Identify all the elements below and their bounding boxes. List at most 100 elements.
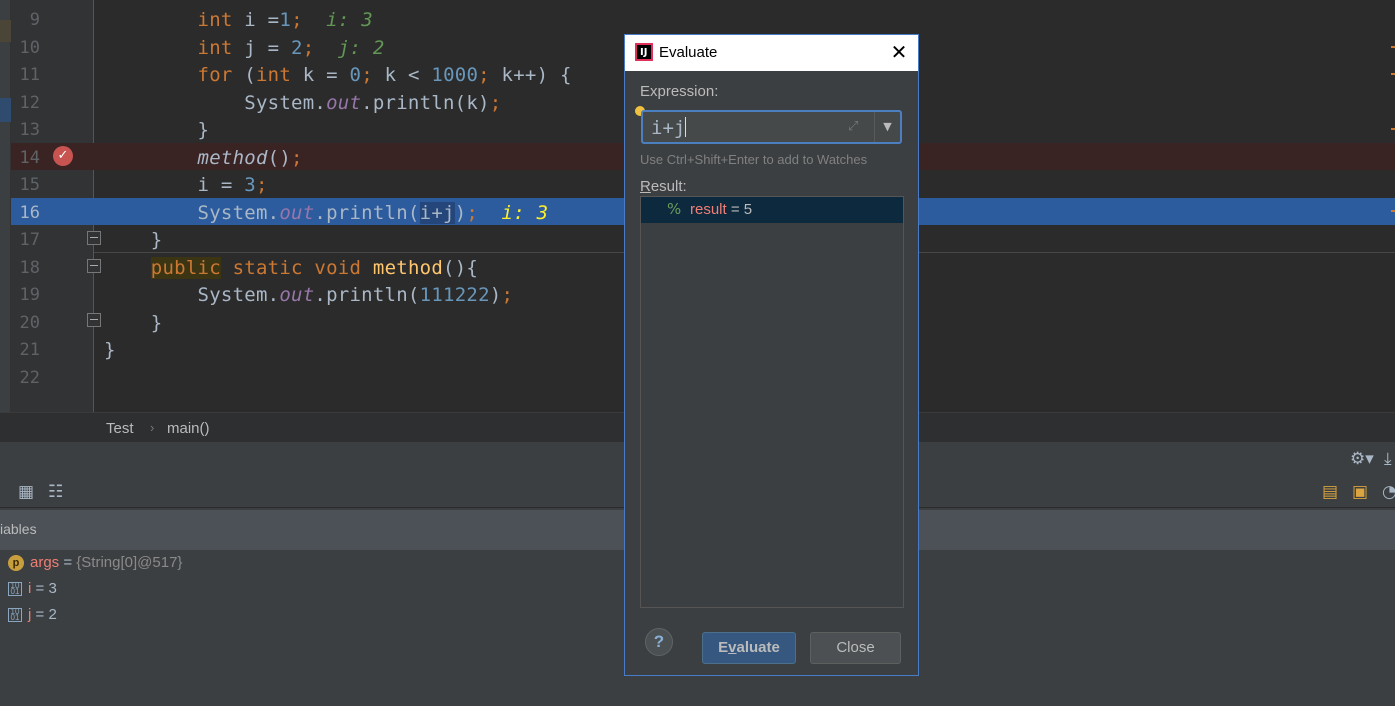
code-token: ) [454,201,467,224]
fold-start-icon[interactable] [87,259,101,273]
variable-equals: = [59,554,77,571]
evaluate-mnemonic: v [728,639,737,656]
code-token: i: 3 [326,9,373,31]
variables-header-label: iables [0,521,37,537]
code-token: 1 [279,9,292,31]
line-number[interactable]: 16 [11,203,40,223]
line-number[interactable]: 21 [11,340,40,360]
code-token: ( [232,64,256,86]
code-token: ; [501,284,514,306]
dialog-title-bar[interactable]: IJ Evaluate ✕ [625,35,918,71]
variable-row[interactable]: p args = {String[0]@517} [8,554,182,576]
result-label: Result: [640,178,687,195]
result-mnemonic: R [640,178,651,195]
code-token: int [197,36,233,59]
code-token: i = [232,9,280,31]
parameter-icon: p [8,555,24,572]
expression-input[interactable]: i+j ⤢ ▼ [641,110,902,144]
evaluate-expression-icon[interactable]: ▦ [18,482,34,502]
download-icon[interactable]: ⤓ [1384,449,1392,469]
variable-value: 2 [48,606,57,623]
chevron-down-icon[interactable]: ▼ [874,112,900,142]
error-stripe-mark[interactable] [1391,73,1395,75]
code-token: int [255,64,292,86]
code-token: 3 [244,174,256,196]
breadcrumb-separator: › [150,420,155,435]
code-text[interactable]: i = 3; [104,174,268,196]
variable-row[interactable]: 10 01 j = 2 [8,606,57,628]
line-number[interactable]: 11 [11,65,40,85]
code-text[interactable]: int j = 2; j: 2 [104,37,385,59]
left-tool-strip [0,0,11,442]
evaluate-label-first: E [718,639,729,656]
code-text[interactable]: } [104,229,162,251]
code-token: () [267,146,292,169]
expression-text[interactable]: i+j [651,117,685,139]
breadcrumb-method[interactable]: main() [167,420,210,437]
help-button[interactable]: ? [645,628,673,656]
line-number[interactable]: 17 [11,230,40,250]
text-caret [685,117,687,137]
primitive-icon: 10 01 [8,582,22,597]
line-number[interactable]: 22 [11,368,40,388]
code-token: ; [255,174,268,196]
result-tree[interactable]: % result = 5 [640,196,904,608]
error-stripe-mark[interactable] [1391,46,1395,48]
code-text[interactable]: method(); [104,147,303,169]
code-token: static void [232,256,362,279]
threads-icon[interactable]: ▣ [1352,482,1368,502]
fold-end-icon[interactable] [87,313,101,327]
line-number[interactable]: 10 [11,38,40,58]
error-stripe-mark[interactable] [1391,210,1395,212]
line-number[interactable]: 15 [11,175,40,195]
error-stripe-mark[interactable] [1391,128,1395,130]
code-token: 2 [291,36,303,59]
line-number[interactable]: 14 [11,148,40,168]
code-token: ; [489,91,502,114]
code-token: public [150,256,221,279]
line-number[interactable]: 20 [11,313,40,333]
result-row[interactable]: % result = 5 [641,197,903,223]
code-text[interactable]: System.out.println(k); [104,92,501,114]
breakpoint-icon[interactable]: ✓ [53,146,73,166]
code-token: ; [478,64,490,86]
code-token: .println(k) [361,91,490,114]
code-text[interactable]: int i =1; i: 3 [104,9,373,31]
code-text[interactable]: public static void method(){ [104,256,478,279]
code-text[interactable]: System.out.println(i+j); i: 3 [104,201,548,224]
code-token: ; [361,64,373,86]
fold-end-icon[interactable] [87,231,101,245]
dialog-title: Evaluate [659,44,718,61]
close-button[interactable]: Close [810,632,901,664]
code-token: k = [291,64,350,86]
memory-icon[interactable]: ◔ [1382,482,1395,502]
line-number[interactable]: 18 [11,258,40,278]
gear-icon[interactable]: ⚙▾ [1350,449,1374,469]
restore-layout-icon[interactable]: ▤ [1322,482,1338,502]
variable-row[interactable]: 10 01 i = 3 [8,580,57,602]
code-text[interactable]: } [104,119,209,141]
breadcrumb-class[interactable]: Test [106,420,134,437]
code-text[interactable]: } [104,312,162,334]
code-token: method [197,146,268,169]
code-line[interactable]: 9 int i =1; i: 3 [0,5,1395,33]
evaluate-button[interactable]: Evaluate [702,632,796,664]
line-number[interactable]: 13 [11,120,40,140]
trace-stream-icon[interactable]: ☷ [48,482,63,502]
variable-equals: = [31,606,49,623]
code-token: ; [291,9,303,31]
code-text[interactable]: System.out.println(111222); [104,284,513,306]
close-icon[interactable]: ✕ [887,40,911,64]
code-token: k++) { [489,64,572,86]
line-number[interactable]: 9 [11,10,40,30]
line-number[interactable]: 19 [11,285,40,305]
code-text[interactable]: for (int k = 0; k < 1000; k++) { [104,64,572,86]
watch-result-icon: % [667,200,682,218]
evaluate-dialog: IJ Evaluate ✕ Expression: i+j ⤢ ▼ Use Ct… [624,34,919,676]
code-token: 1000 [431,64,479,86]
code-text[interactable]: } [104,339,116,361]
expand-icon[interactable]: ⤢ [848,119,858,134]
line-number[interactable]: 12 [11,93,40,113]
